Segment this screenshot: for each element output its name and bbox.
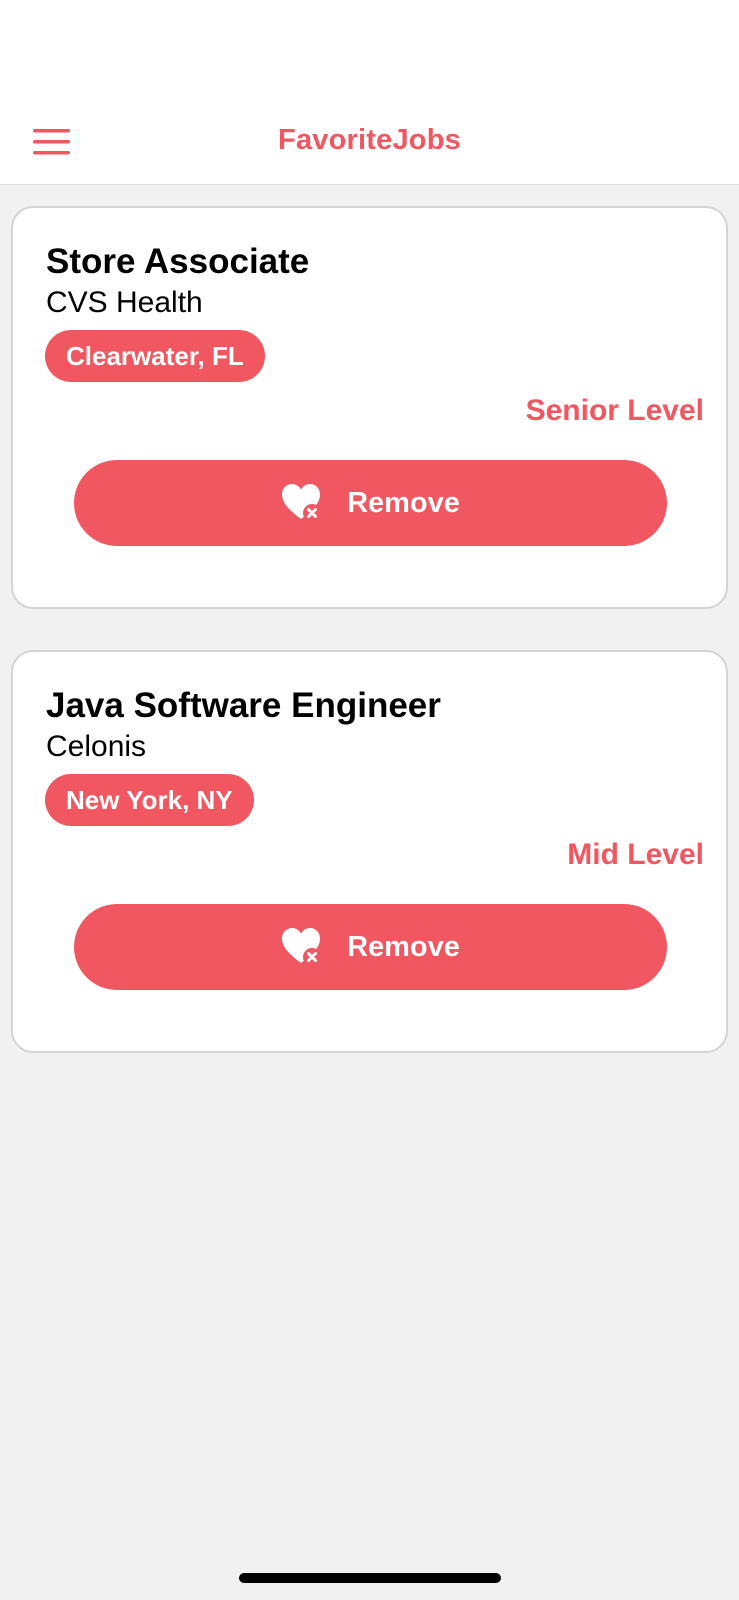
app-header: FavoriteJobs	[0, 100, 739, 185]
job-title: Java Software Engineer	[46, 686, 441, 725]
remove-button[interactable]: Remove	[74, 460, 667, 546]
job-card[interactable]: Store Associate CVS Health Clearwater, F…	[11, 206, 728, 609]
job-title: Store Associate	[46, 242, 310, 281]
remove-label: Remove	[347, 930, 460, 963]
heart-remove-icon	[281, 927, 323, 967]
page-title: FavoriteJobs	[278, 124, 461, 156]
remove-label: Remove	[347, 486, 460, 519]
status-bar	[0, 0, 739, 100]
favorite-jobs-list: Store Associate CVS Health Clearwater, F…	[11, 206, 728, 1094]
heart-remove-icon	[281, 483, 323, 523]
experience-level: Senior Level	[525, 394, 704, 427]
location-badge: Clearwater, FL	[45, 330, 265, 382]
job-card[interactable]: Java Software Engineer Celonis New York,…	[11, 650, 728, 1053]
company-name: CVS Health	[46, 286, 203, 319]
remove-button[interactable]: Remove	[74, 904, 667, 990]
location-badge: New York, NY	[45, 774, 254, 826]
experience-level: Mid Level	[567, 838, 704, 871]
home-indicator[interactable]	[239, 1573, 501, 1583]
company-name: Celonis	[46, 730, 147, 763]
